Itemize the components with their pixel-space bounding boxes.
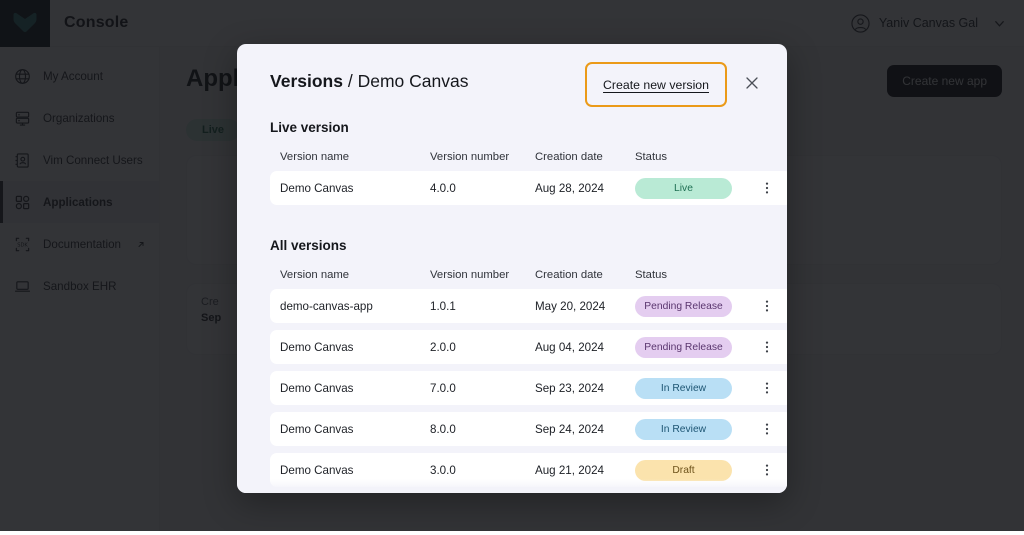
column-header-status: Status xyxy=(635,151,668,163)
kebab-menu-icon[interactable] xyxy=(760,340,774,354)
modal-header: Versions / Demo Canvas Create new versio… xyxy=(270,62,761,114)
table-row[interactable]: Demo Canvas 2.0.0 Aug 04, 2024 Pending Rele… xyxy=(270,330,787,364)
cell-version-name: Demo Canvas xyxy=(270,453,430,487)
modal-title-sub: Demo Canvas xyxy=(357,71,469,91)
cell-version-name: Demo Canvas xyxy=(270,171,430,205)
cell-version-number: 4.0.0 xyxy=(430,171,535,205)
all-table-head: Version name Version number Creation dat… xyxy=(270,260,787,282)
all-table-body: demo-canvas-app 1.0.1 May 20, 2024 Pending … xyxy=(270,289,787,487)
kebab-menu-icon[interactable] xyxy=(760,299,774,313)
live-table-head: Version name Version number Creation dat… xyxy=(270,142,787,164)
cell-version-number: 8.0.0 xyxy=(430,412,535,446)
status-badge: Draft xyxy=(635,459,732,481)
table-row[interactable]: Demo Canvas 4.0.0 Aug 28, 2024 Live xyxy=(270,171,787,205)
cell-status: Draft xyxy=(635,453,760,487)
cell-version-number: 2.0.0 xyxy=(430,330,535,364)
cell-creation-date: Sep 24, 2024 xyxy=(535,412,635,446)
table-row[interactable]: Demo Canvas 7.0.0 Sep 23, 2024 In Review xyxy=(270,371,787,405)
cell-status: Live xyxy=(635,171,760,205)
cell-creation-date: Sep 23, 2024 xyxy=(535,371,635,405)
table-row[interactable]: demo-canvas-app 1.0.1 May 20, 2024 Pending … xyxy=(270,289,787,323)
status-badge: Live xyxy=(635,177,732,199)
cell-actions xyxy=(760,412,787,446)
table-row[interactable]: Demo Canvas 3.0.0 Aug 21, 2024 Draft xyxy=(270,453,787,487)
modal-inner: Versions / Demo Canvas Create new versio… xyxy=(237,44,787,493)
live-versions-table: Version name Version number Creation dat… xyxy=(270,135,787,212)
cell-actions xyxy=(760,371,787,405)
create-new-version-button[interactable]: Create new version xyxy=(585,62,727,107)
cell-status: Pending Release xyxy=(635,330,760,364)
all-versions-table: Version name Version number Creation dat… xyxy=(270,253,787,493)
close-icon[interactable] xyxy=(743,74,761,92)
table-header-row: Version name Version number Creation dat… xyxy=(270,260,787,282)
table-header-row: Version name Version number Creation dat… xyxy=(270,142,787,164)
modal-title: Versions / Demo Canvas xyxy=(270,62,468,92)
cell-version-name: Demo Canvas xyxy=(270,371,430,405)
column-header-version-number: Version number xyxy=(430,269,510,281)
column-header-actions xyxy=(760,142,787,164)
modal-title-main: Versions xyxy=(270,71,343,91)
modal-title-separator: / xyxy=(347,71,353,91)
cell-version-number: 7.0.0 xyxy=(430,371,535,405)
live-version-section-title: Live version xyxy=(270,120,349,135)
cell-version-name: Demo Canvas xyxy=(270,330,430,364)
table-row[interactable]: Demo Canvas 8.0.0 Sep 24, 2024 In Review xyxy=(270,412,787,446)
cell-version-number: 1.0.1 xyxy=(430,289,535,323)
cell-status: In Review xyxy=(635,412,760,446)
column-header-creation-date: Creation date xyxy=(535,151,603,163)
cell-status: In Review xyxy=(635,371,760,405)
cell-version-name: demo-canvas-app xyxy=(270,289,430,323)
kebab-menu-icon[interactable] xyxy=(760,181,774,195)
status-badge: Pending Release xyxy=(635,336,732,358)
cell-actions xyxy=(760,289,787,323)
cell-actions xyxy=(760,453,787,487)
cell-creation-date: Aug 04, 2024 xyxy=(535,330,635,364)
column-header-version-name: Version name xyxy=(280,269,350,281)
app-root: Console Yaniv Canvas Gal xyxy=(0,0,1024,535)
column-header-version-number: Version number xyxy=(430,151,510,163)
status-badge: In Review xyxy=(635,377,732,399)
cell-creation-date: May 20, 2024 xyxy=(535,289,635,323)
column-header-status: Status xyxy=(635,269,668,281)
cell-actions xyxy=(760,171,787,205)
create-new-version-label: Create new version xyxy=(603,78,709,92)
column-header-version-name: Version name xyxy=(280,151,350,163)
status-badge: In Review xyxy=(635,418,732,440)
cell-creation-date: Aug 28, 2024 xyxy=(535,171,635,205)
cell-status: Pending Release xyxy=(635,289,760,323)
versions-modal: Versions / Demo Canvas Create new versio… xyxy=(237,44,787,493)
column-header-creation-date: Creation date xyxy=(535,269,603,281)
live-table-body: Demo Canvas 4.0.0 Aug 28, 2024 Live xyxy=(270,171,787,205)
cell-version-number: 3.0.0 xyxy=(430,453,535,487)
status-badge: Pending Release xyxy=(635,295,732,317)
kebab-menu-icon[interactable] xyxy=(760,463,774,477)
kebab-menu-icon[interactable] xyxy=(760,381,774,395)
cell-creation-date: Aug 21, 2024 xyxy=(535,453,635,487)
kebab-menu-icon[interactable] xyxy=(760,422,774,436)
page-bottom-strip xyxy=(0,531,1024,535)
column-header-actions xyxy=(760,260,787,282)
cell-version-name: Demo Canvas xyxy=(270,412,430,446)
all-versions-section-title: All versions xyxy=(270,238,347,253)
cell-actions xyxy=(760,330,787,364)
